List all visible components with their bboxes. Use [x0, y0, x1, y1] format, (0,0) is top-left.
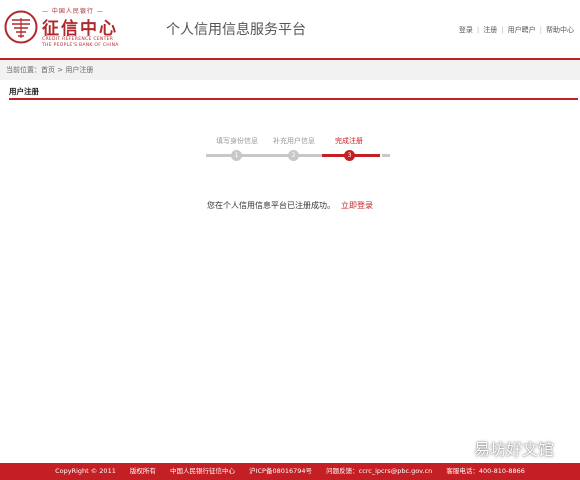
section-title: 用户注册	[9, 87, 39, 96]
footer-copyright: CopyRight © 2011	[55, 467, 116, 475]
step-2-label: 补充用户信息	[273, 137, 315, 145]
separator: |	[539, 26, 542, 34]
step-1-label: 填写身份信息	[216, 137, 258, 145]
breadcrumb: 当前位置：首页 > 用户注册	[6, 66, 94, 74]
step-progress-track	[206, 154, 322, 157]
footer-rights: 版权所有	[129, 467, 156, 475]
top-nav-links: 登录 | 注册 | 用户聘户 | 帮助中心	[459, 25, 574, 35]
separator: |	[501, 26, 504, 34]
credit-center-logo-icon	[4, 10, 38, 44]
footer-icp[interactable]: 沪ICP备08016794号	[249, 467, 312, 475]
breadcrumb-bar: 当前位置：首页 > 用户注册	[0, 60, 580, 80]
site-title: 个人信用信息服务平台	[166, 22, 306, 38]
success-text: 您在个人信用信息平台已注册成功。	[207, 201, 335, 210]
logo-main-text: 征信中心	[42, 19, 118, 39]
help-center-link[interactable]: 帮助中心	[546, 26, 574, 34]
step-progress-tail	[382, 154, 390, 157]
step-1-number: 1	[231, 150, 242, 161]
logo[interactable]: — 中国人民银行 — 征信中心 CREDIT REFERENCE CENTER …	[4, 6, 134, 52]
login-now-link[interactable]: 立即登录	[341, 201, 373, 210]
registration-steps: 填写身份信息 补充用户信息 完成注册 1 2 3	[200, 136, 395, 166]
success-message: 您在个人信用信息平台已注册成功。 立即登录	[0, 200, 580, 211]
page-header: — 中国人民银行 — 征信中心 CREDIT REFERENCE CENTER …	[0, 0, 580, 60]
page-footer: CopyRight © 2011 版权所有 中国人民银行征信中心 沪ICP备08…	[0, 463, 580, 480]
step-3-number: 3	[344, 150, 355, 161]
register-link[interactable]: 注册	[483, 26, 497, 34]
separator: |	[476, 26, 480, 34]
user-account-link[interactable]: 用户聘户	[508, 26, 536, 34]
footer-org: 中国人民银行征信中心	[170, 467, 235, 475]
section-divider	[9, 98, 578, 100]
logo-english-line-1: CREDIT REFERENCE CENTER	[42, 37, 114, 42]
step-3-label: 完成注册	[335, 137, 363, 145]
login-link[interactable]: 登录	[459, 26, 473, 34]
footer-hotline: 客服电话：400-810-8866	[446, 467, 525, 475]
step-2-number: 2	[288, 150, 299, 161]
footer-feedback[interactable]: 问题反馈：ccrc_ipcrs@pbc.gov.cn	[326, 467, 432, 475]
logo-english-line-2: THE PEOPLE'S BANK OF CHINA	[42, 43, 119, 48]
watermark-text: 易坊好文馆	[473, 440, 554, 459]
